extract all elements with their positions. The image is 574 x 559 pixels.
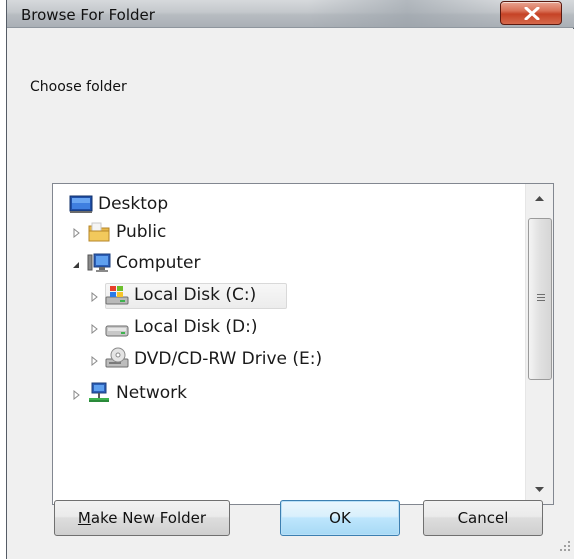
grip-line: [537, 297, 545, 298]
tree-item-local-disk-d[interactable]: Local Disk (D:): [53, 314, 519, 342]
close-button[interactable]: [500, 1, 562, 25]
expand-arrow-icon[interactable]: [89, 356, 99, 366]
tree-item-label: Local Disk (C:): [134, 285, 257, 305]
windows-drive-icon: [105, 286, 129, 305]
tree-item-label: Desktop: [98, 194, 169, 214]
button-label: Cancel: [457, 509, 509, 527]
tree-item-label: Network: [116, 383, 187, 403]
tree-item-label: Local Disk (D:): [134, 317, 258, 337]
folder-tree[interactable]: Desktop Public Computer Local Disk (C:) …: [52, 183, 554, 505]
scrollbar-thumb[interactable]: [528, 218, 552, 380]
dialog-body: Choose folder Desktop Public Computer Lo…: [8, 29, 574, 559]
mnemonic-letter: M: [77, 509, 91, 527]
tree-item-computer[interactable]: Computer: [53, 250, 519, 278]
close-icon: [524, 7, 540, 20]
expand-arrow-icon[interactable]: [89, 292, 99, 302]
make-new-folder-button[interactable]: Make New Folder: [54, 500, 230, 536]
ok-button[interactable]: OK: [280, 500, 400, 536]
vertical-scrollbar[interactable]: [525, 184, 553, 504]
resize-grip-icon[interactable]: [559, 540, 571, 552]
expand-arrow-icon[interactable]: [71, 390, 81, 400]
tree-item-dvd-drive-e[interactable]: DVD/CD-RW Drive (E:): [53, 346, 519, 374]
button-label: OK: [329, 509, 351, 527]
dialog-prompt: Choose folder: [30, 79, 127, 95]
computer-icon: [87, 253, 111, 272]
scroll-up-arrow-icon[interactable]: [526, 188, 553, 208]
collapse-arrow-icon[interactable]: [71, 260, 81, 270]
folder-icon: [88, 222, 110, 242]
title-bar-shading: [307, 0, 507, 28]
tree-item-public[interactable]: Public: [53, 218, 519, 246]
scroll-down-arrow-icon[interactable]: [526, 480, 553, 500]
expand-arrow-icon[interactable]: [89, 324, 99, 334]
tree-item-label: DVD/CD-RW Drive (E:): [134, 349, 323, 369]
cancel-button[interactable]: Cancel: [423, 500, 543, 536]
tree-item-label: Computer: [116, 253, 201, 273]
title-bar[interactable]: Browse For Folder: [7, 0, 574, 28]
desktop-icon: [69, 195, 93, 213]
network-icon: [89, 382, 109, 402]
tree-item-network[interactable]: Network: [53, 380, 519, 408]
tree-item-label: Public: [116, 222, 167, 242]
tree-item-local-disk-c[interactable]: Local Disk (C:): [53, 282, 519, 310]
grip-line: [537, 300, 545, 301]
expand-arrow-icon[interactable]: [71, 228, 81, 238]
hard-drive-icon: [105, 325, 129, 337]
window-title: Browse For Folder: [21, 6, 155, 24]
tree-item-desktop[interactable]: Desktop: [53, 190, 519, 218]
grip-line: [537, 294, 545, 295]
browse-for-folder-dialog: Browse For Folder Choose folder Desktop: [6, 0, 574, 559]
button-label: ake New Folder: [90, 509, 207, 527]
optical-drive-icon: [105, 347, 129, 368]
